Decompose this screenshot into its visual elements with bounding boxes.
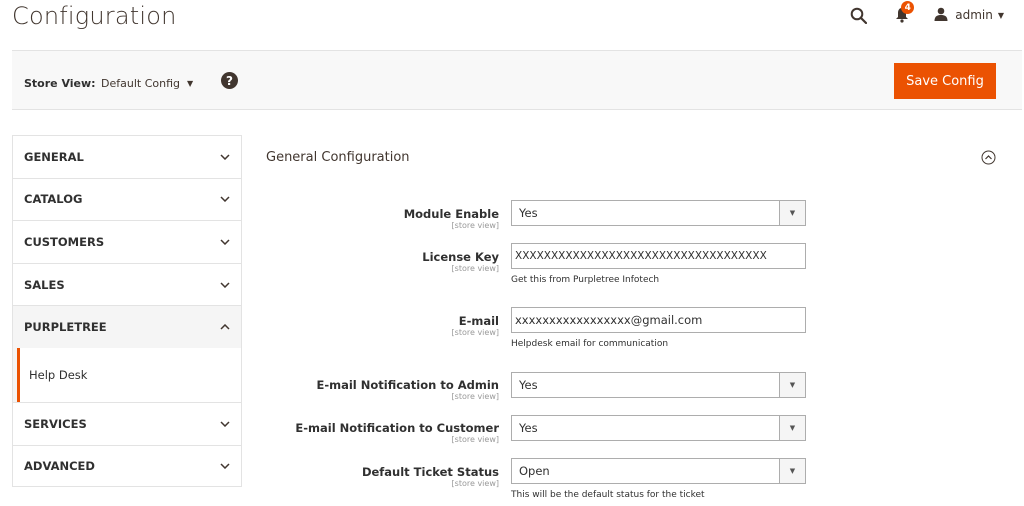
email-input[interactable]: xxxxxxxxxxxxxxxxx@gmail.com	[511, 307, 806, 333]
sidebar-subitem-help-desk[interactable]: Help Desk	[17, 347, 241, 402]
chevron-down-icon	[220, 419, 230, 429]
label-module-enable: Module Enable	[403, 207, 499, 221]
sidebar-item-services[interactable]: SERVICES	[12, 401, 242, 445]
module-enable-select[interactable]: Yes ▼	[511, 200, 806, 226]
sidebar-item-label: PURPLETREE	[24, 320, 107, 335]
search-icon[interactable]	[849, 6, 867, 24]
email-notification-admin-select[interactable]: Yes ▼	[511, 372, 806, 398]
admin-username: admin	[955, 8, 993, 22]
store-view-switcher[interactable]: Default Config ▼	[101, 77, 193, 90]
field-label: E-mail [store view]	[239, 314, 499, 337]
help-icon[interactable]: ?	[221, 72, 238, 89]
chevron-down-icon: ▼	[779, 459, 805, 483]
scope-label: [store view]	[451, 221, 499, 230]
field-label: Default Ticket Status [store view]	[239, 465, 499, 488]
select-value: Yes	[519, 421, 538, 435]
sidebar-item-label: CATALOG	[24, 192, 83, 207]
chevron-down-icon: ▼	[186, 79, 194, 88]
sidebar-item-catalog[interactable]: CATALOG	[12, 177, 242, 221]
chevron-down-icon	[220, 237, 230, 247]
select-value: Yes	[519, 206, 538, 220]
header-actions: 4 admin ▼	[849, 1, 1004, 26]
config-sidebar: GENERAL CATALOG CUSTOMERS SALES PURPLETR…	[12, 135, 242, 488]
section-title[interactable]: General Configuration	[266, 150, 410, 165]
email-note: Helpdesk email for communication	[511, 339, 669, 349]
chevron-down-icon: ▼	[997, 10, 1004, 20]
field-label: E-mail Notification to Admin [store view…	[239, 378, 499, 401]
scope-label: [store view]	[451, 392, 499, 401]
store-view-label: Store View:	[24, 77, 96, 90]
sidebar-item-label: CUSTOMERS	[24, 234, 105, 249]
default-ticket-status-note: This will be the default status for the …	[511, 490, 705, 500]
default-ticket-status-select[interactable]: Open ▼	[511, 458, 806, 484]
label-email: E-mail	[458, 314, 499, 328]
sidebar-subsection: Help Desk	[12, 347, 242, 402]
page-title: Configuration	[12, 2, 177, 30]
select-value: Yes	[519, 378, 538, 392]
label-email-notification-customer: E-mail Notification to Customer	[295, 421, 499, 435]
license-key-input[interactable]: XXXXXXXXXXXXXXXXXXXXXXXXXXXXXXXXXXX	[511, 243, 806, 269]
chevron-down-icon	[220, 280, 230, 290]
label-email-notification-admin: E-mail Notification to Admin	[316, 378, 499, 392]
save-config-button[interactable]: Save Config	[894, 63, 996, 99]
scope-label: [store view]	[451, 264, 499, 273]
chevron-down-icon	[220, 461, 230, 471]
admin-user-menu[interactable]: admin ▼	[934, 7, 1004, 24]
label-default-ticket-status: Default Ticket Status	[361, 465, 499, 479]
email-notification-customer-select[interactable]: Yes ▼	[511, 415, 806, 441]
sidebar-item-label: ADVANCED	[24, 458, 95, 473]
chevron-down-icon: ▼	[779, 373, 805, 397]
sidebar-item-label: SERVICES	[24, 416, 87, 431]
label-license-key: License Key	[422, 250, 499, 264]
sidebar-item-purpletree[interactable]: PURPLETREE	[12, 305, 242, 348]
sidebar-item-customers[interactable]: CUSTOMERS	[12, 220, 242, 263]
sidebar-item-label: SALES	[24, 277, 65, 292]
store-view-bar: Store View: Default Config ▼ ? Save Conf…	[12, 50, 1022, 110]
chevron-down-icon: ▼	[779, 201, 805, 225]
field-label: License Key [store view]	[239, 250, 499, 273]
chevron-down-icon: ▼	[779, 416, 805, 440]
scope-label: [store view]	[451, 328, 499, 337]
chevron-down-icon	[220, 194, 230, 204]
sidebar-item-sales[interactable]: SALES	[12, 262, 242, 306]
scope-label: [store view]	[451, 435, 499, 444]
notifications-bell-icon[interactable]: 4	[892, 1, 915, 25]
sidebar-item-advanced[interactable]: ADVANCED	[12, 444, 242, 488]
sidebar-item-general[interactable]: GENERAL	[12, 135, 242, 178]
select-value: Open	[519, 464, 550, 478]
license-key-note: Get this from Purpletree Infotech	[511, 275, 660, 285]
field-label: Module Enable [store view]	[239, 207, 499, 230]
scope-label: [store view]	[451, 479, 499, 488]
store-view-value: Default Config	[101, 77, 180, 90]
field-label: E-mail Notification to Customer [store v…	[239, 421, 499, 444]
sidebar-item-label: GENERAL	[24, 149, 84, 164]
user-icon	[934, 7, 948, 24]
collapse-section-icon[interactable]	[981, 150, 996, 165]
chevron-up-icon	[220, 322, 230, 332]
notification-count-badge: 4	[901, 1, 915, 14]
chevron-down-icon	[220, 152, 230, 162]
